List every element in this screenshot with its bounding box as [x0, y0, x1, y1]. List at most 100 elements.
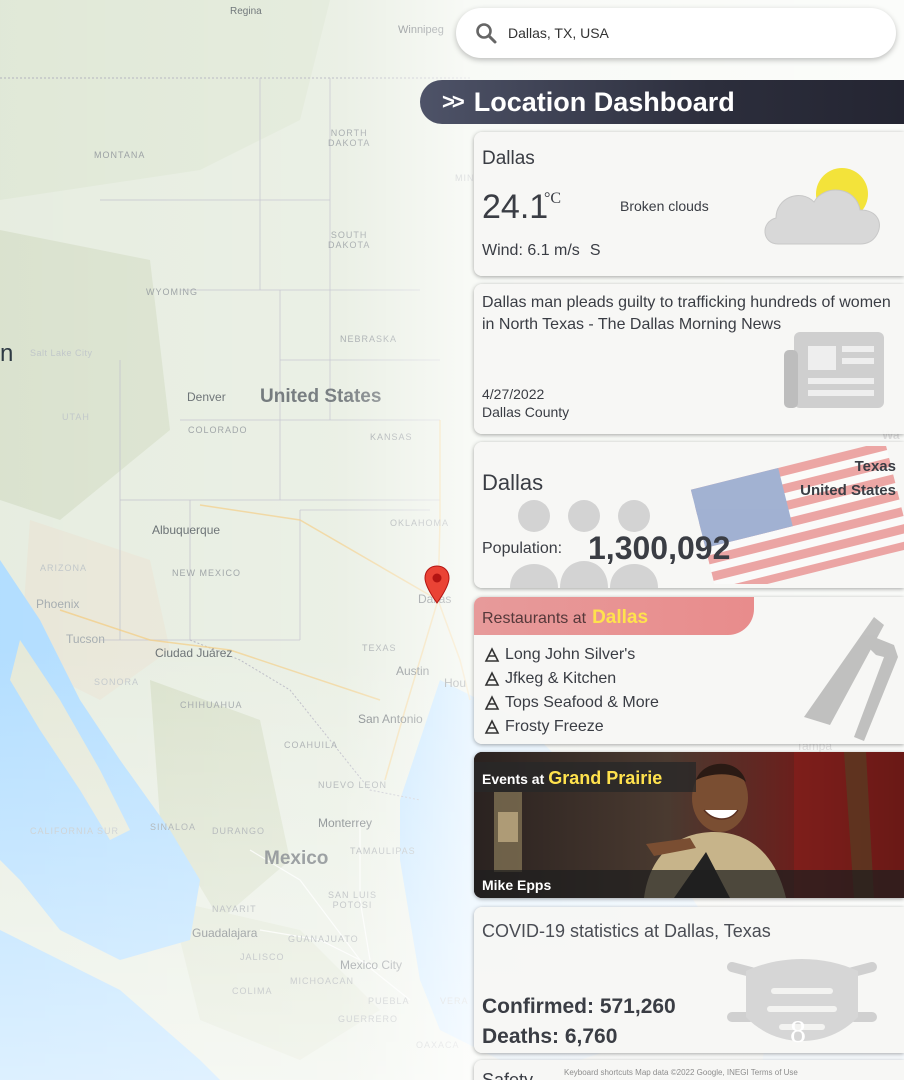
map-label-oaxaca: OAXACA	[416, 1040, 460, 1050]
events-heading: Events at Grand Prairie	[474, 762, 696, 792]
map-label-texas: TEXAS	[362, 643, 397, 653]
search-input[interactable]	[508, 25, 868, 41]
search-icon[interactable]	[474, 21, 498, 45]
weather-temperature: 24.1	[482, 188, 549, 226]
restaurant-icon	[484, 671, 500, 686]
map-label-chihuahua: CHIHUAHUA	[180, 700, 243, 710]
double-chevron-right-icon[interactable]: >>	[442, 89, 465, 115]
map-label-north-dakota: NORTH DAKOTA	[328, 128, 371, 148]
map-label-durango: DURANGO	[212, 826, 266, 836]
map-label-mexico: Mexico	[264, 848, 329, 869]
map-label-guerrero: GUERRERO	[338, 1014, 399, 1024]
place-country: United States	[800, 482, 896, 499]
map-label-winnipeg: Winnipeg	[398, 24, 444, 36]
map-label-denver: Denver	[187, 390, 226, 404]
map-label-nebraska: NEBRASKA	[340, 334, 398, 344]
weather-description: Broken clouds	[620, 198, 709, 214]
map-label-austin: Austin	[396, 664, 430, 678]
place-card[interactable]: Dallas Texas United States Population: 1…	[474, 442, 904, 588]
restaurant-name: Jfkeg & Kitchen	[505, 670, 617, 687]
place-city: Dallas	[482, 470, 544, 495]
map-label-san-luis: SAN LUIS POTOSI	[328, 890, 378, 910]
restaurant-item[interactable]: Jfkeg & Kitchen	[484, 667, 659, 691]
news-date: 4/27/2022	[482, 386, 545, 402]
weather-city: Dallas	[482, 148, 535, 169]
map-label-regina: Regina	[230, 6, 262, 17]
news-source: Dallas County	[482, 404, 570, 420]
map-label-minnesota: MIN	[455, 173, 475, 183]
map-label-albuquerque: Albuquerque	[152, 523, 221, 537]
map-label-coahuila: COAHUILA	[284, 740, 339, 750]
covid-title: COVID-19 statistics at Dallas, Texas	[482, 921, 771, 941]
place-state: Texas	[854, 458, 896, 475]
events-heading-label: Events at	[482, 771, 545, 787]
map-label-veracruz: VERA	[440, 996, 469, 1006]
event-performer[interactable]: Mike Epps	[474, 870, 904, 898]
events-card[interactable]: Events at Grand Prairie Mike Epps	[474, 752, 904, 898]
map-label-tamaulipas: TAMAULIPAS	[350, 846, 416, 856]
wind-speed: Wind: 6.1 m/s	[482, 242, 580, 259]
map-label-houston: Hou	[444, 676, 467, 690]
map-label-phoenix: Phoenix	[36, 597, 80, 611]
map-label-jalisco: JALISCO	[240, 952, 285, 962]
map-attribution[interactable]: Keyboard shortcuts Map data ©2022 Google…	[564, 1068, 798, 1077]
edge-text-fragment: n	[0, 340, 14, 367]
restaurant-icon	[484, 695, 500, 710]
covid-deaths: Deaths: 6,760	[482, 1025, 618, 1048]
map-label-nayarit: NAYARIT	[212, 904, 257, 914]
map-label-monterrey: Monterrey	[318, 816, 373, 830]
map-label-puebla: PUEBLA	[368, 996, 410, 1006]
dashboard-header[interactable]: >> Location Dashboard	[420, 80, 904, 124]
map-label-guadalajara: Guadalajara	[192, 926, 258, 940]
map-label-sinaloa: SINALOA	[150, 822, 197, 832]
map-label-tucson: Tucson	[66, 632, 105, 646]
partly-cloudy-icon	[764, 168, 880, 245]
map-label-mexico-city: Mexico City	[340, 958, 403, 972]
search-bar[interactable]	[456, 8, 896, 58]
map-label-wyoming: WYOMING	[146, 287, 198, 297]
map-label-utah: UTAH	[62, 412, 90, 422]
population-label: Population:	[482, 540, 563, 557]
map-label-nuevo-leon: NUEVO LEON	[318, 780, 388, 790]
restaurant-name: Tops Seafood & More	[505, 694, 659, 711]
news-headline[interactable]: Dallas man pleads guilty to trafficking …	[482, 292, 900, 336]
weather-unit: °C	[544, 190, 562, 207]
map-label-montana: MONTANA	[94, 150, 146, 160]
restaurant-list: Long John Silver's Jfkeg & Kitchen Tops …	[484, 643, 659, 739]
map-label-oklahoma: OKLAHOMA	[390, 518, 450, 528]
map-label-michoacan: MICHOACAN	[290, 976, 355, 986]
map-label-south-dakota: SOUTH DAKOTA	[328, 230, 371, 250]
restaurant-item[interactable]: Long John Silver's	[484, 643, 659, 667]
weather-wind: Wind: 6.1 m/s S	[482, 242, 600, 260]
restaurant-item[interactable]: Frosty Freeze	[484, 715, 659, 739]
map-label-san-antonio: San Antonio	[358, 712, 423, 726]
covid-card[interactable]: COVID-19 statistics at Dallas, Texas Con…	[474, 907, 904, 1053]
news-card[interactable]: Dallas man pleads guilty to trafficking …	[474, 284, 904, 434]
map-label-colorado: COLORADO	[188, 425, 248, 435]
covid-confirmed: Confirmed: 571,260	[482, 995, 676, 1018]
dashboard-title: Location Dashboard	[473, 86, 735, 117]
wind-direction: S	[589, 242, 601, 259]
map-label-kansas: KANSAS	[370, 432, 413, 442]
restaurant-name: Long John Silver's	[505, 646, 636, 663]
weather-card[interactable]: Dallas 24.1 °C Broken clouds Wind: 6.1 m…	[474, 132, 904, 276]
restaurants-card[interactable]: Restaurants at Dallas Long John Silver's …	[474, 597, 904, 744]
map-label-salt-lake: Salt Lake City	[30, 348, 93, 358]
map-label-guanajuato: GUANAJUATO	[288, 934, 359, 944]
map-label-baja-sur: CALIFORNIA SUR	[30, 826, 120, 836]
population-value: 1,300,092	[588, 530, 731, 566]
restaurant-name: Frosty Freeze	[505, 718, 604, 735]
map-label-colima: COLIMA	[232, 986, 273, 996]
map-label-new-mexico: NEW MEXICO	[172, 568, 242, 578]
map-pin-icon[interactable]	[424, 565, 450, 605]
map-label-arizona: ARIZONA	[40, 563, 88, 573]
map-label-ciudad-juarez: Ciudad Juárez	[155, 646, 233, 660]
page-number: 8	[790, 1013, 806, 1049]
restaurant-icon	[484, 719, 500, 734]
events-place: Grand Prairie	[548, 768, 663, 788]
restaurants-heading: Restaurants at Dallas	[474, 597, 754, 635]
safety-title: Safety	[482, 1070, 534, 1080]
restaurant-item[interactable]: Tops Seafood & More	[484, 691, 659, 715]
map-label-sonora: SONORA	[94, 677, 140, 687]
knife-fork-icon	[804, 617, 898, 741]
